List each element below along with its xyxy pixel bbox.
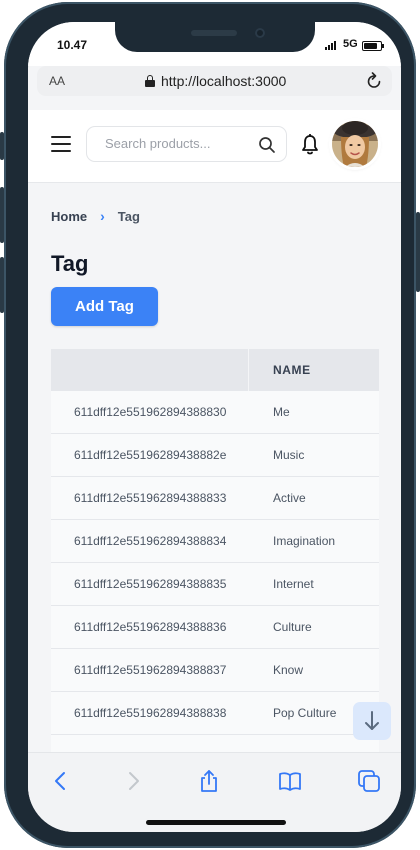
- table-header-name[interactable]: NAME: [273, 363, 311, 377]
- network-label: 5G: [343, 38, 358, 50]
- table-header-id: [51, 349, 249, 391]
- table-row[interactable]: 611dff12e55196289438882e Music: [51, 434, 379, 477]
- volume-up-button: [0, 187, 4, 243]
- notch: [115, 22, 315, 52]
- table-row[interactable]: 611dff12e551962894388834 Imagination: [51, 520, 379, 563]
- battery-icon: [362, 41, 384, 51]
- tag-id: 611dff12e551962894388833: [74, 491, 227, 505]
- hamburger-icon[interactable]: [51, 136, 71, 152]
- search-box: [86, 126, 287, 162]
- mute-switch: [0, 132, 4, 160]
- tag-id: 611dff12e551962894388834: [74, 534, 227, 548]
- user-avatar-image: [332, 121, 378, 167]
- avatar[interactable]: [332, 121, 378, 167]
- scroll-down-button[interactable]: [353, 702, 391, 740]
- breadcrumb: Home › Tag: [51, 208, 140, 224]
- tag-id: 611dff12e55196289438882e: [74, 448, 227, 462]
- volume-down-button: [0, 257, 4, 313]
- front-camera: [255, 28, 265, 38]
- table-header: NAME: [51, 349, 379, 391]
- share-icon[interactable]: [197, 769, 221, 793]
- table-row[interactable]: 611dff12e551962894388835 Internet: [51, 563, 379, 606]
- phone-frame: 10.47 5G AA http://localhost:3000 Search…: [0, 2, 420, 848]
- search-input[interactable]: [105, 136, 245, 151]
- tag-name: Me: [273, 405, 290, 419]
- phone-screen: 10.47 5G AA http://localhost:3000 Search…: [28, 22, 401, 832]
- tag-id: 611dff12e551962894388838: [74, 706, 227, 720]
- status-time: 10.47: [57, 38, 88, 52]
- reload-icon[interactable]: [366, 72, 382, 90]
- breadcrumb-current: Tag: [117, 208, 140, 224]
- tag-id: 611dff12e551962894388835: [74, 577, 227, 591]
- table-row[interactable]: 611dff12e551962894388836 Culture: [51, 606, 379, 649]
- page-title: Tag: [51, 251, 89, 276]
- tag-name: Internet: [273, 577, 314, 591]
- tabs-icon[interactable]: [357, 769, 381, 793]
- tag-id: 611dff12e551962894388837: [74, 663, 227, 677]
- table-row[interactable]: 611dff12e551962894388830 Me: [51, 391, 379, 434]
- table-row[interactable]: 611dff12e551962894388837 Know: [51, 649, 379, 692]
- arrow-down-icon: [365, 711, 379, 730]
- lock-icon: [145, 75, 155, 87]
- url-text[interactable]: http://localhost:3000: [161, 73, 286, 89]
- chevron-right-icon: ›: [100, 208, 105, 224]
- app-header: [28, 110, 401, 183]
- add-tag-button[interactable]: Add Tag: [51, 287, 158, 326]
- power-button: [416, 212, 420, 292]
- table-row[interactable]: 611dff12e551962894388838 Pop Culture: [51, 692, 379, 735]
- search-icon[interactable]: [258, 136, 276, 154]
- home-indicator[interactable]: [146, 820, 286, 825]
- tag-table: NAME 611dff12e551962894388830 Me 611dff1…: [51, 349, 379, 778]
- speaker-grille: [191, 30, 237, 36]
- book-icon[interactable]: [278, 769, 302, 793]
- tag-name: Active: [273, 491, 306, 505]
- bell-icon[interactable]: [301, 134, 319, 156]
- signal-icon: [325, 41, 339, 50]
- chevron-right-icon[interactable]: [121, 769, 145, 793]
- tag-id: 611dff12e551962894388836: [74, 620, 227, 634]
- breadcrumb-home-link[interactable]: Home: [51, 209, 87, 224]
- text-size-button[interactable]: AA: [49, 74, 65, 88]
- tag-name: Imagination: [273, 534, 336, 548]
- tag-name: Culture: [273, 620, 312, 634]
- chevron-left-icon[interactable]: [49, 769, 73, 793]
- browser-address-bar[interactable]: AA http://localhost:3000: [37, 66, 392, 96]
- tag-name: Know: [273, 663, 304, 677]
- tag-name: Pop Culture: [273, 706, 337, 720]
- tag-id: 611dff12e551962894388830: [74, 405, 227, 419]
- tag-name: Music: [273, 448, 305, 462]
- table-row[interactable]: 611dff12e551962894388833 Active: [51, 477, 379, 520]
